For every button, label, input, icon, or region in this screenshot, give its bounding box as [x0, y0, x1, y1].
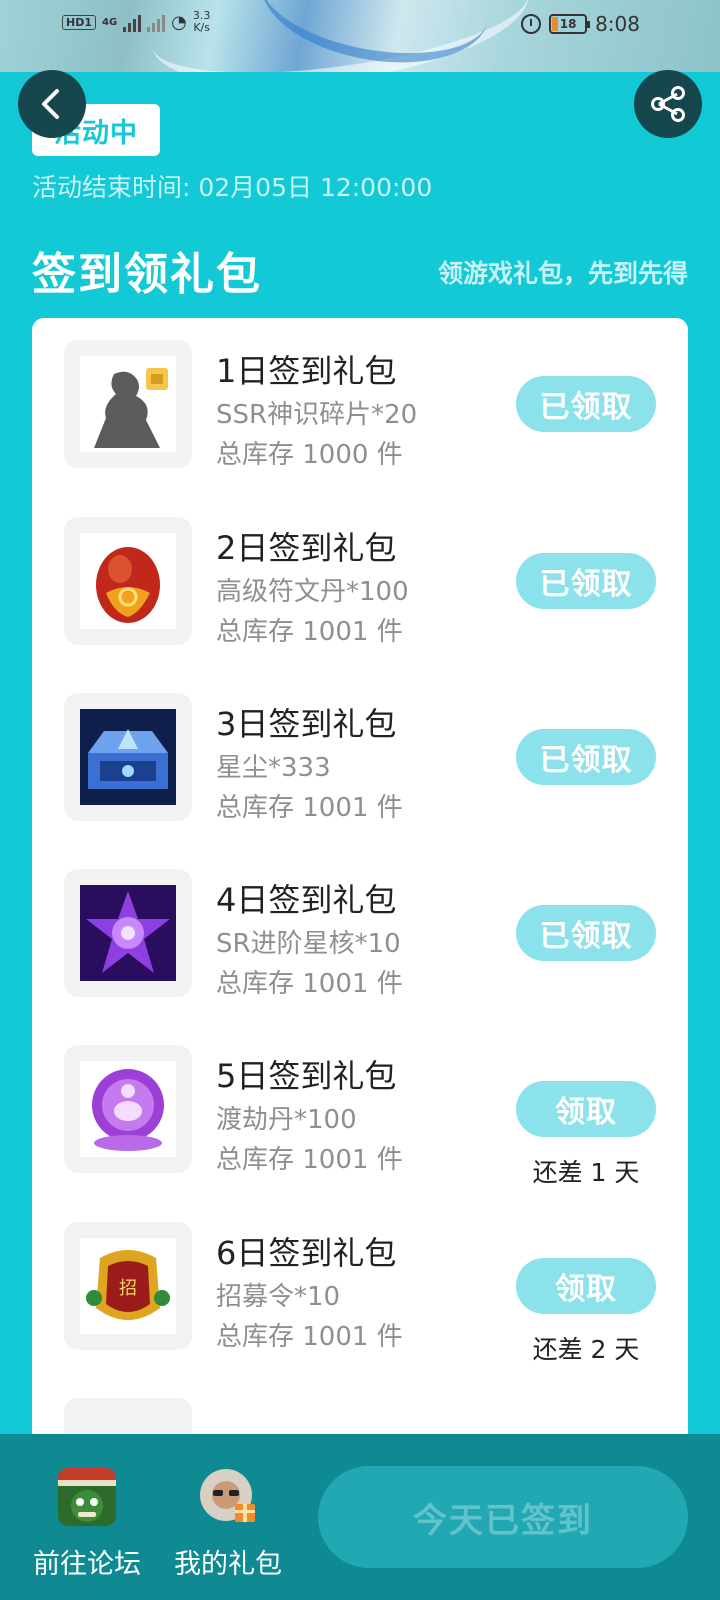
silhouette-shard-icon [80, 356, 176, 452]
share-button[interactable] [634, 70, 702, 138]
gift-item: 星尘*333 [216, 753, 331, 783]
activity-end-time: 活动结束时间: 02月05日 12:00:00 [32, 173, 433, 202]
status-bar: HD1 4G ◔ 3.3 K/s 18 8:08 [0, 0, 720, 72]
gift-item: 招募令*10 [216, 1282, 341, 1312]
bottom-bar: 前往论坛 我的礼包 今天已签到 [0, 1434, 720, 1600]
battery-icon: 18 [549, 14, 591, 34]
gift-name: 3日签到礼包 [216, 705, 397, 743]
gift-stock: 总库存 1001 件 [216, 793, 403, 823]
wifi-icon: ◔ [171, 11, 187, 33]
forum-label: 前往论坛 [33, 1549, 141, 1580]
gift-name: 2日签到礼包 [216, 529, 397, 567]
gift-row: 2日签到礼包 高级符文丹*100 总库存 1001 件 已领取 [32, 495, 688, 655]
gift-stock: 总库存 1001 件 [216, 1322, 403, 1352]
signal-2-icon [147, 12, 166, 32]
gift-stock: 总库存 1001 件 [216, 1145, 403, 1175]
star-core-icon [80, 885, 176, 981]
rune-pill-icon [80, 533, 176, 629]
gift-stock: 总库存 1001 件 [216, 617, 403, 647]
gift-thumbnail: 招 [64, 1222, 192, 1350]
status-left: HD1 4G ◔ 3.3 K/s [62, 10, 210, 34]
signal-icon [123, 12, 142, 32]
gift-thumbnail [64, 869, 192, 997]
gift-row: 1日签到礼包 SSR神识碎片*20 总库存 1000 件 已领取 [32, 318, 688, 478]
gift-row: 3日签到礼包 星尘*333 总库存 1001 件 已领取 [32, 671, 688, 831]
forum-game-icon [58, 1468, 116, 1526]
gift-name: 5日签到礼包 [216, 1057, 397, 1095]
section-subtitle: 领游戏礼包，先到先得 [437, 259, 688, 288]
share-icon [651, 86, 685, 122]
gift-row: 5日签到礼包 渡劫丹*100 总库存 1001 件 领取 还差 1 天 [32, 1023, 688, 1187]
gift-item: SSR神识碎片*20 [216, 400, 418, 430]
back-arrow-icon [42, 89, 59, 119]
gift-name: 4日签到礼包 [216, 881, 397, 919]
gift-thumbnail [64, 340, 192, 468]
hd-indicator: HD1 [62, 14, 96, 30]
network-type: 4G [102, 16, 118, 28]
network-speed: 3.3 K/s [192, 9, 211, 34]
claimed-button[interactable]: 已领取 [516, 905, 656, 961]
clock: 8:08 [595, 12, 640, 36]
svg-text:招: 招 [119, 1278, 137, 1299]
back-button[interactable] [18, 70, 86, 138]
gift-thumbnail [64, 1045, 192, 1173]
gift-item: SR进阶星核*10 [216, 929, 401, 959]
claim-button[interactable]: 领取 [516, 1081, 656, 1137]
forum-button[interactable]: 前往论坛 [22, 1468, 152, 1581]
gift-row: 4日签到礼包 SR进阶星核*10 总库存 1001 件 已领取 [32, 847, 688, 1007]
status-right: 18 8:08 [521, 12, 640, 36]
my-gifts-label: 我的礼包 [174, 1549, 282, 1580]
claim-button[interactable]: 领取 [516, 1258, 656, 1314]
claimed-button[interactable]: 已领取 [516, 729, 656, 785]
gift-item: 高级符文丹*100 [216, 577, 409, 607]
section-title: 签到领礼包 [32, 249, 262, 300]
gift-list-card: 1日签到礼包 SSR神识碎片*20 总库存 1000 件 已领取 2日签到礼包 … [32, 318, 688, 1600]
gift-stock: 总库存 1000 件 [216, 440, 403, 470]
gift-name: 6日签到礼包 [216, 1234, 397, 1272]
gift-row: 招 6日签到礼包 招募令*10 总库存 1001 件 领取 还差 2 天 [32, 1200, 688, 1364]
gift-stock: 总库存 1001 件 [216, 969, 403, 999]
stardust-chest-icon [80, 709, 176, 805]
alarm-icon [521, 14, 542, 34]
user-avatar-gift-icon [200, 1469, 255, 1522]
gift-name: 1日签到礼包 [216, 352, 397, 390]
my-gifts-button[interactable]: 我的礼包 [163, 1468, 293, 1581]
claimed-button[interactable]: 已领取 [516, 376, 656, 432]
gift-item: 渡劫丹*100 [216, 1105, 357, 1135]
signed-in-today-button[interactable]: 今天已签到 [318, 1466, 688, 1568]
recruit-token-icon: 招 [80, 1238, 176, 1334]
days-remaining: 还差 1 天 [532, 1158, 640, 1187]
claimed-button[interactable]: 已领取 [516, 553, 656, 609]
days-remaining: 还差 2 天 [532, 1335, 640, 1364]
gift-thumbnail [64, 517, 192, 645]
tribulation-pill-icon [80, 1061, 176, 1157]
gift-thumbnail [64, 693, 192, 821]
